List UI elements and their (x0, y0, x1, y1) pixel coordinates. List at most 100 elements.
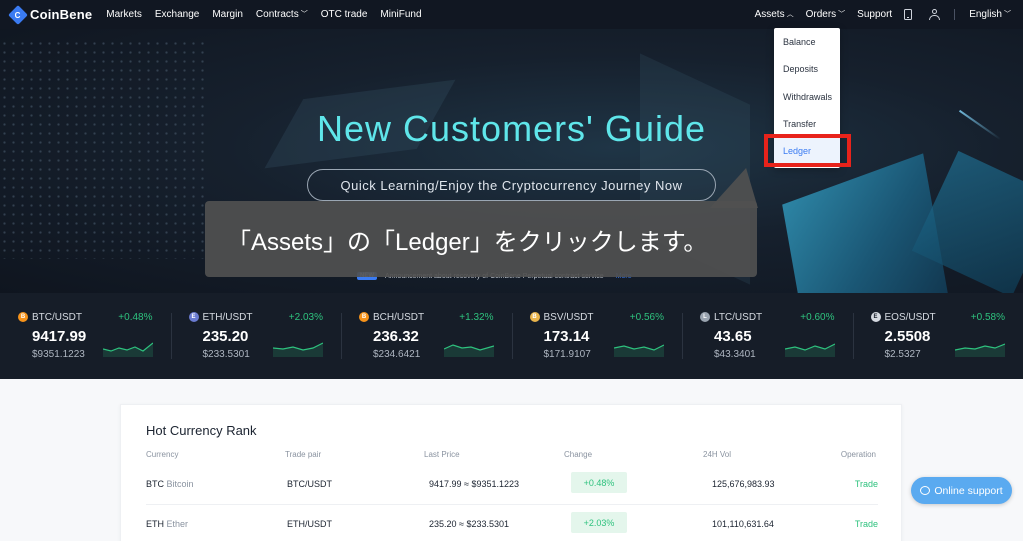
ticker-change: +1.32% (459, 312, 494, 323)
ticker-item[interactable]: E EOS/USDT +0.58% 2.5508 $2.5327 (852, 293, 1023, 379)
nav-divider (954, 9, 956, 20)
hot-currency-rank: Hot Currency Rank Currency Trade pair La… (120, 404, 902, 541)
trade-link[interactable]: Trade (855, 519, 878, 529)
ticker-item[interactable]: L LTC/USDT +0.60% 43.65 $43.3401 (682, 293, 853, 379)
col-trade-pair: Trade pair (285, 450, 322, 459)
nav-exchange[interactable]: Exchange (155, 9, 199, 20)
row-currency: ETH Ether (146, 519, 189, 529)
sparkline (784, 343, 835, 357)
nav-margin[interactable]: Margin (212, 9, 243, 20)
change-badge: +0.48% (571, 472, 627, 493)
price-ticker: B BTC/USDT +0.48% 9417.99 $9351.1223 E ETH/USD… (0, 293, 1023, 379)
row-pair: BTC/USDT (287, 479, 332, 489)
sparkline (102, 342, 153, 357)
mobile-app-icon[interactable] (904, 9, 913, 20)
menu-item-deposits[interactable]: Deposits (783, 64, 818, 74)
nav-contracts[interactable]: Contracts ﹀ (256, 9, 308, 20)
ticker-fiat-price: $2.5327 (884, 349, 921, 360)
col-currency: Currency (146, 450, 179, 459)
ticker-change: +2.03% (288, 312, 323, 323)
table-row[interactable]: ETH Ether ETH/USDT 235.20 ≈ $233.5301 +2… (121, 505, 903, 541)
ticker-item[interactable]: B BSV/USDT +0.56% 173.14 $171.9107 (511, 293, 683, 379)
col-operation: Operation (840, 450, 876, 459)
chevron-up-icon: ︿ (786, 11, 794, 18)
ticker-fiat-price: $233.5301 (202, 349, 250, 360)
coin-icon: L (700, 312, 710, 322)
coin-icon: E (188, 312, 199, 322)
nav-markets[interactable]: Markets (106, 9, 142, 20)
ticker-fiat-price: $234.6421 (373, 349, 421, 360)
ticker-price: 236.32 (373, 328, 419, 345)
online-support-button[interactable]: Online support (911, 477, 1012, 504)
logo-text: CoinBene (30, 7, 93, 22)
user-icon[interactable] (929, 9, 941, 20)
col-change: Change (564, 450, 593, 459)
nav-assets-label: Assets (754, 9, 785, 20)
ticker-price: 235.20 (202, 328, 249, 345)
logo-mark-icon: C (8, 4, 28, 25)
ticker-fiat-price: $171.9107 (543, 349, 591, 360)
nav-support[interactable]: Support (857, 9, 892, 20)
nav-contracts-label: Contracts (255, 9, 299, 20)
row-vol: 125,676,983.93 (712, 479, 775, 489)
ticker-price: 9417.99 (32, 328, 87, 345)
chevron-down-icon: ﹀ (300, 11, 308, 18)
row-vol: 101,110,631.64 (712, 519, 774, 529)
logo[interactable]: C CoinBene (8, 4, 93, 25)
coin-icon: E (870, 312, 881, 322)
decor-cube (782, 153, 948, 293)
table-row[interactable]: BTC Bitcoin BTC/USDT 9417.99 ≈ $9351.122… (121, 465, 903, 505)
highlight-box (764, 134, 851, 167)
ticker-fiat-price: $43.3401 (714, 349, 756, 360)
menu-item-withdrawals[interactable]: Withdrawals (783, 92, 832, 102)
coin-icon: B (18, 312, 28, 322)
col-24h-vol: 24H Vol (703, 450, 732, 459)
ticker-price: 173.14 (543, 328, 590, 345)
rank-title: Hot Currency Rank (146, 423, 257, 438)
guide-button[interactable]: Quick Learning/Enjoy the Cryptocurrency … (307, 169, 716, 201)
menu-item-balance[interactable]: Balance (783, 37, 816, 47)
coin-icon: B (359, 312, 369, 322)
ticker-price: 2.5508 (884, 328, 931, 345)
ticker-pair: LTC/USDT (714, 312, 763, 323)
col-last-price: Last Price (424, 450, 460, 459)
ticker-item[interactable]: B BCH/USDT +1.32% 236.32 $234.6421 (341, 293, 512, 379)
page: C CoinBene Markets Exchange Margin Contr… (0, 0, 1023, 541)
ticker-item[interactable]: E ETH/USDT +2.03% 235.20 $233.5301 (170, 293, 342, 379)
coin-icon: B (529, 312, 540, 322)
menu-item-transfer[interactable]: Transfer (783, 119, 816, 129)
nav-assets[interactable]: Assets ︿ (755, 9, 794, 20)
ticker-item[interactable]: B BTC/USDT +0.48% 9417.99 $9351.1223 (0, 293, 171, 379)
sparkline (614, 344, 664, 357)
ticker-change: +0.48% (118, 312, 153, 323)
row-pair: ETH/USDT (287, 519, 332, 529)
top-nav: C CoinBene Markets Exchange Margin Contr… (0, 0, 1023, 29)
row-currency: BTC Bitcoin (146, 479, 194, 489)
ticker-change: +0.60% (800, 312, 835, 323)
ticker-change: +0.58% (970, 312, 1005, 323)
trade-link[interactable]: Trade (855, 479, 878, 489)
language-select[interactable]: English ﹀ (969, 9, 1011, 20)
change-badge: +2.03% (571, 512, 627, 533)
row-last-price: 235.20 ≈ $233.5301 (429, 519, 510, 529)
sparkline (955, 343, 1005, 357)
ticker-pair: BTC/USDT (32, 312, 82, 323)
row-last-price: 9417.99 ≈ $9351.1223 (429, 479, 520, 489)
ticker-fiat-price: $9351.1223 (32, 349, 85, 360)
ticker-pair: BCH/USDT (373, 312, 425, 323)
ticker-pair: EOS/USDT (884, 312, 936, 323)
nav-minifund[interactable]: MiniFund (380, 9, 421, 20)
online-support-label: Online support (934, 484, 1003, 497)
hero-title: New Customers' Guide (317, 108, 706, 149)
ticker-pair: BSV/USDT (543, 312, 594, 323)
sparkline (273, 342, 323, 357)
instruction-callout: 「Assets」の「Ledger」をクリックします。 (205, 201, 757, 277)
nav-orders-label: Orders (805, 9, 837, 20)
chevron-down-icon: ﹀ (1004, 11, 1011, 18)
language-label: English (969, 9, 1002, 20)
nav-otc-trade[interactable]: OTC trade (321, 9, 368, 20)
ticker-pair: ETH/USDT (202, 312, 253, 323)
chevron-down-icon: ﹀ (838, 11, 846, 18)
ticker-price: 43.65 (714, 328, 752, 345)
nav-orders[interactable]: Orders ﹀ (806, 9, 846, 20)
